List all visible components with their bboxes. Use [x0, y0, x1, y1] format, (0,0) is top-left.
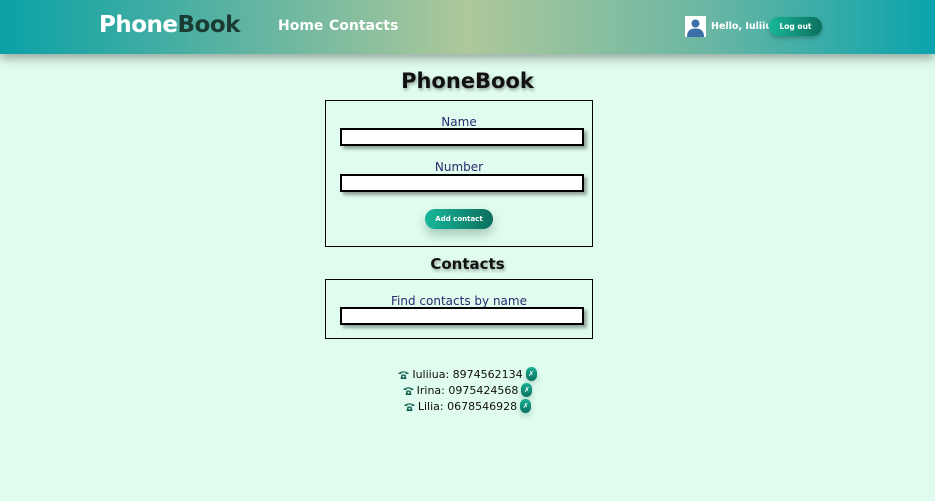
add-contact-button[interactable]: Add contact [425, 209, 493, 229]
filter-input[interactable] [340, 307, 584, 325]
delete-contact-button[interactable]: ✗ [521, 383, 533, 397]
name-label: Name [441, 115, 477, 129]
contact-name: Irina [416, 383, 442, 397]
name-input[interactable] [340, 128, 584, 146]
number-label: Number [434, 160, 484, 174]
filter-box: Find contacts by name [325, 279, 593, 339]
contact-name: Iuliiua [412, 367, 446, 381]
nav-link-home[interactable]: Home [278, 18, 323, 34]
app-header: PhoneBook Home Contacts Hello, Iuliiua L… [0, 0, 935, 54]
user-avatar-icon [685, 16, 706, 37]
delete-contact-button[interactable]: ✗ [525, 367, 537, 381]
contact-item: Lilia: 0678546928 ✗ [0, 398, 935, 414]
delete-contact-button[interactable]: ✗ [520, 399, 532, 413]
logout-button[interactable]: Log out [769, 17, 822, 36]
phone-icon [403, 385, 414, 396]
contact-number: 0678546928 [447, 399, 518, 413]
contacts-title: Contacts [430, 255, 505, 273]
contact-item: Irina: 0975424568 ✗ [0, 382, 935, 398]
phone-icon [404, 401, 415, 412]
number-input[interactable] [340, 174, 584, 192]
filter-label: Find contacts by name [391, 294, 527, 308]
contact-list: Iuliiua: 8974562134 ✗ Irina: 0975424568 … [0, 366, 935, 414]
add-contact-form: Name Number Add contact [325, 100, 593, 247]
contact-number: 8974562134 [452, 367, 523, 381]
contact-item: Iuliiua: 8974562134 ✗ [0, 366, 935, 382]
logo-part-book: Book [177, 12, 241, 38]
contact-number: 0975424568 [448, 383, 519, 397]
logo-part-phone: Phone [99, 12, 178, 38]
contact-name: Lilia [417, 399, 440, 413]
page-title: PhoneBook [401, 69, 534, 93]
logo[interactable]: PhoneBook [99, 12, 240, 38]
phone-icon [398, 369, 409, 380]
nav-link-contacts[interactable]: Contacts [329, 18, 398, 34]
